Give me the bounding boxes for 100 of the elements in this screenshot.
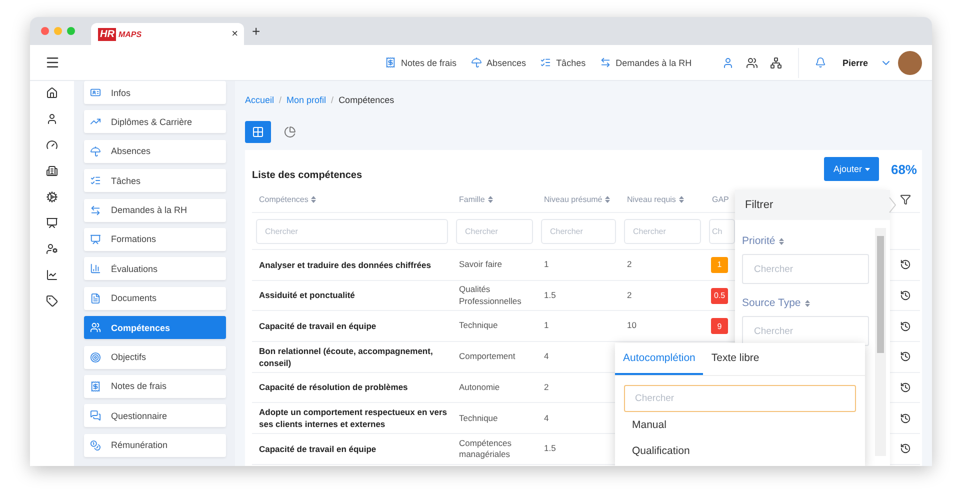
arrows-icon — [600, 57, 611, 68]
bell-icon[interactable] — [815, 57, 826, 68]
autocomplete-search-field[interactable]: Chercher — [624, 385, 856, 412]
score-value: 68% — [890, 162, 917, 177]
family-cell-text: Comportement — [458, 351, 516, 363]
sort-icon — [605, 196, 610, 203]
sidebar-item[interactable]: Diplômes & Carrière — [84, 110, 226, 134]
scrollbar[interactable] — [875, 228, 886, 456]
tab-close-button[interactable]: × — [232, 28, 238, 40]
line-chart-icon[interactable] — [46, 269, 58, 281]
users-icon[interactable] — [746, 56, 758, 68]
family-cell-text: Savoir faire — [458, 259, 503, 271]
column-search-field[interactable]: Chercher — [541, 218, 616, 244]
sidebar-item[interactable]: Notes de frais — [84, 374, 226, 398]
filter-icon[interactable] — [900, 194, 910, 205]
presumed-level-cell-text: 2 — [543, 382, 550, 394]
sort-icon — [488, 196, 493, 203]
document-icon — [90, 292, 101, 304]
sidebar-item[interactable]: Documents — [84, 286, 226, 310]
add-button[interactable]: Ajouter — [824, 157, 879, 181]
chat-icon — [90, 410, 101, 422]
nav-link[interactable]: Absences — [470, 57, 526, 68]
history-icon[interactable] — [900, 320, 910, 332]
history-icon[interactable] — [900, 259, 910, 270]
sidebar-item[interactable]: Absences — [84, 140, 226, 163]
id-card-icon — [90, 87, 101, 98]
column-search-field[interactable]: Ch — [709, 218, 735, 244]
receipt-icon — [90, 380, 101, 392]
sidebar-item[interactable]: Compétences — [84, 316, 226, 340]
filter-label: Priorité — [742, 232, 869, 250]
network-icon[interactable] — [770, 56, 782, 68]
pie-chart-icon — [284, 126, 296, 138]
home-icon[interactable] — [46, 87, 58, 99]
dropdown-option[interactable]: Manual — [624, 412, 856, 438]
new-tab-button[interactable]: + — [252, 23, 260, 39]
breadcrumb-link[interactable]: Accueil — [245, 95, 274, 105]
gauge-icon[interactable] — [46, 139, 58, 151]
history-icon[interactable] — [900, 412, 910, 424]
nav-link[interactable]: Tâches — [540, 57, 586, 68]
presumed-level-cell-text: 1 — [543, 320, 550, 332]
column-search-field[interactable]: Chercher — [624, 218, 701, 244]
presumed-level-cell-text: 1 — [543, 259, 550, 271]
dropdown-tab[interactable]: Autocomplétion — [615, 343, 704, 375]
filter-label: Source Type — [742, 294, 869, 312]
sidebar-item[interactable]: Évaluations — [84, 257, 226, 280]
minimize-dot-icon[interactable] — [54, 27, 62, 35]
family-cell-text: Autonomie — [458, 382, 501, 394]
filter-search-field[interactable]: Chercher — [742, 254, 869, 284]
umbrella-icon — [90, 146, 101, 157]
gap-badge: 1 — [711, 256, 728, 273]
family-cell-text: Compétences managériales — [458, 438, 512, 460]
filter-search-field[interactable]: Chercher — [742, 316, 869, 346]
gap-badge: 9 — [711, 318, 728, 334]
dropdown-tab[interactable]: Texte libre — [703, 343, 768, 375]
avatar[interactable] — [898, 50, 922, 74]
user-name[interactable]: Pierre — [842, 58, 868, 68]
nav-link[interactable]: Notes de frais — [385, 57, 457, 68]
user-icon[interactable] — [46, 113, 58, 125]
competence-cell-text: Capacité de travail en équipe — [258, 320, 378, 332]
checklist-icon — [540, 57, 552, 68]
user-gear-icon[interactable] — [46, 243, 58, 255]
panel-title: Filtrer — [745, 199, 774, 211]
sidebar-item[interactable]: Demandes à la RH — [84, 198, 226, 222]
dropdown-option[interactable]: Qualification — [624, 438, 856, 464]
competence-cell-text: Bon relationnel (écoute, accompagnement, conseil) — [258, 344, 434, 370]
table-view-button[interactable] — [245, 121, 271, 143]
column-search-field[interactable]: Chercher — [456, 218, 533, 244]
users-icon — [90, 322, 101, 334]
nav-link[interactable]: Demandes à la RH — [600, 57, 692, 68]
history-icon[interactable] — [900, 443, 910, 454]
breadcrumb-link[interactable]: Mon profil — [286, 95, 326, 105]
sidebar-item[interactable]: Questionnaire — [84, 404, 226, 428]
gear-icon[interactable] — [46, 191, 58, 203]
sidebar-item[interactable]: Tâches — [84, 169, 226, 192]
building-icon[interactable] — [46, 165, 58, 177]
presumed-level-cell-text: 4 — [543, 412, 550, 424]
history-icon[interactable] — [900, 290, 910, 302]
close-dot-icon[interactable] — [41, 27, 49, 35]
family-cell-text: Qualités Professionnelles — [458, 284, 522, 307]
sidebar-item[interactable]: Formations — [84, 228, 226, 251]
sort-icon — [804, 300, 810, 306]
column-search-field[interactable]: Chercher — [256, 218, 448, 244]
presentation-icon[interactable] — [46, 217, 58, 229]
menu-icon[interactable] — [44, 55, 60, 70]
history-icon[interactable] — [900, 351, 910, 362]
history-icon[interactable] — [900, 382, 910, 394]
competence-cell-text: Analyser et traduire des données chiffrées — [258, 258, 432, 271]
presumed-level-cell-text: 1.5 — [543, 290, 557, 302]
grid-icon — [252, 126, 264, 138]
sidebar-item[interactable]: Infos — [84, 81, 226, 104]
tag-icon[interactable] — [46, 295, 58, 307]
card-title: Liste des compétences — [252, 170, 362, 181]
presumed-level-cell-text: 1.5 — [543, 443, 557, 455]
arrows-icon — [90, 204, 101, 216]
sidebar-item[interactable]: Rémunération — [84, 434, 226, 457]
breadcrumb-link[interactable]: Compétences — [338, 95, 394, 105]
browser-tab[interactable]: HR MAPS × — [91, 23, 244, 45]
maximize-dot-icon[interactable] — [67, 27, 75, 35]
breadcrumb-separator: / — [331, 95, 334, 105]
sidebar-item[interactable]: Objectifs — [84, 346, 226, 369]
